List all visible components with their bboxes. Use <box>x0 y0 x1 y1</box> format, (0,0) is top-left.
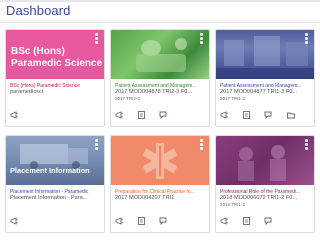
discussions-icon[interactable] <box>159 110 169 120</box>
top-border <box>0 0 320 2</box>
course-card-subtitle: Placement Information - Para... <box>10 195 88 201</box>
course-card-subtitle: 2017 MOD004877 TRI1-3 F0... <box>220 89 298 95</box>
discussions-icon[interactable] <box>264 216 274 226</box>
files-icon[interactable] <box>286 110 296 120</box>
announcements-icon[interactable] <box>10 216 20 226</box>
course-card[interactable]: Professional Role of the Paramedi... 201… <box>215 135 315 233</box>
card-options-menu[interactable] <box>95 33 98 44</box>
course-card[interactable]: Patient Assessment and Managem... 2017 M… <box>215 29 315 127</box>
discussions-icon[interactable] <box>264 110 274 120</box>
course-card-image[interactable] <box>111 136 209 185</box>
course-card-actions <box>220 216 312 226</box>
course-card-subtitle: 2017 MOD004207 TRI1 <box>115 195 175 201</box>
discussions-icon[interactable] <box>159 216 169 226</box>
course-card-image-text: paramedicsciBSc (Hons)Paramedic Science <box>11 46 103 69</box>
course-card[interactable]: Patient Assessment and Managem... 2017 M… <box>110 29 210 127</box>
star-of-life-icon <box>142 143 178 179</box>
announcements-icon[interactable] <box>10 110 20 120</box>
card-options-menu[interactable] <box>305 139 308 150</box>
course-card[interactable]: Placement Information Placement Informat… <box>5 135 105 233</box>
course-card-image[interactable] <box>216 136 314 185</box>
assignments-icon[interactable] <box>137 110 147 120</box>
course-card-term: 2018 TRI1-2 <box>220 202 245 207</box>
course-card-image[interactable]: Placement Information <box>6 136 104 185</box>
course-card[interactable]: paramedicsciBSc (Hons)Paramedic Science … <box>5 29 105 127</box>
page-title: Dashboard <box>6 3 71 18</box>
ambulance-photo <box>20 144 88 169</box>
title-divider <box>0 22 320 23</box>
vehicle-interior-photo <box>216 36 314 79</box>
card-options-menu[interactable] <box>95 139 98 150</box>
course-card-actions <box>10 216 102 226</box>
course-card-image-text: Placement Information <box>10 166 90 175</box>
assignments-icon[interactable] <box>242 110 252 120</box>
course-card-actions <box>220 110 312 120</box>
course-card-image[interactable] <box>111 30 209 79</box>
course-card-actions <box>115 110 207 120</box>
card-options-menu[interactable] <box>200 33 203 44</box>
course-card-subtitle: 2018 MOD006072 TRI1-2 F0... <box>220 195 298 201</box>
course-card-image[interactable]: paramedicsciBSc (Hons)Paramedic Science <box>6 30 104 79</box>
announcements-icon[interactable] <box>115 110 125 120</box>
course-card-actions <box>115 216 207 226</box>
course-card-term: 2017 TRI2-3 <box>115 96 140 101</box>
course-card-actions <box>10 110 102 120</box>
assignments-icon[interactable] <box>137 216 147 226</box>
crew-photo <box>238 145 286 181</box>
announcements-icon[interactable] <box>220 110 230 120</box>
announcements-icon[interactable] <box>220 216 230 226</box>
card-options-menu[interactable] <box>305 33 308 44</box>
course-card-image[interactable] <box>216 30 314 79</box>
course-card-term: 2017 TRI1-3 <box>220 96 245 101</box>
course-card-subtitle: 2017 MOD004878 TRI2-3 F0... <box>115 89 193 95</box>
course-card[interactable]: Preparation for Clinical Practice fo... … <box>110 135 210 233</box>
assignments-icon[interactable] <box>242 216 252 226</box>
course-card-subtitle: paramedicsci <box>10 89 43 95</box>
card-options-menu[interactable] <box>200 139 203 150</box>
announcements-icon[interactable] <box>115 216 125 226</box>
paramedic-photo <box>136 38 187 72</box>
